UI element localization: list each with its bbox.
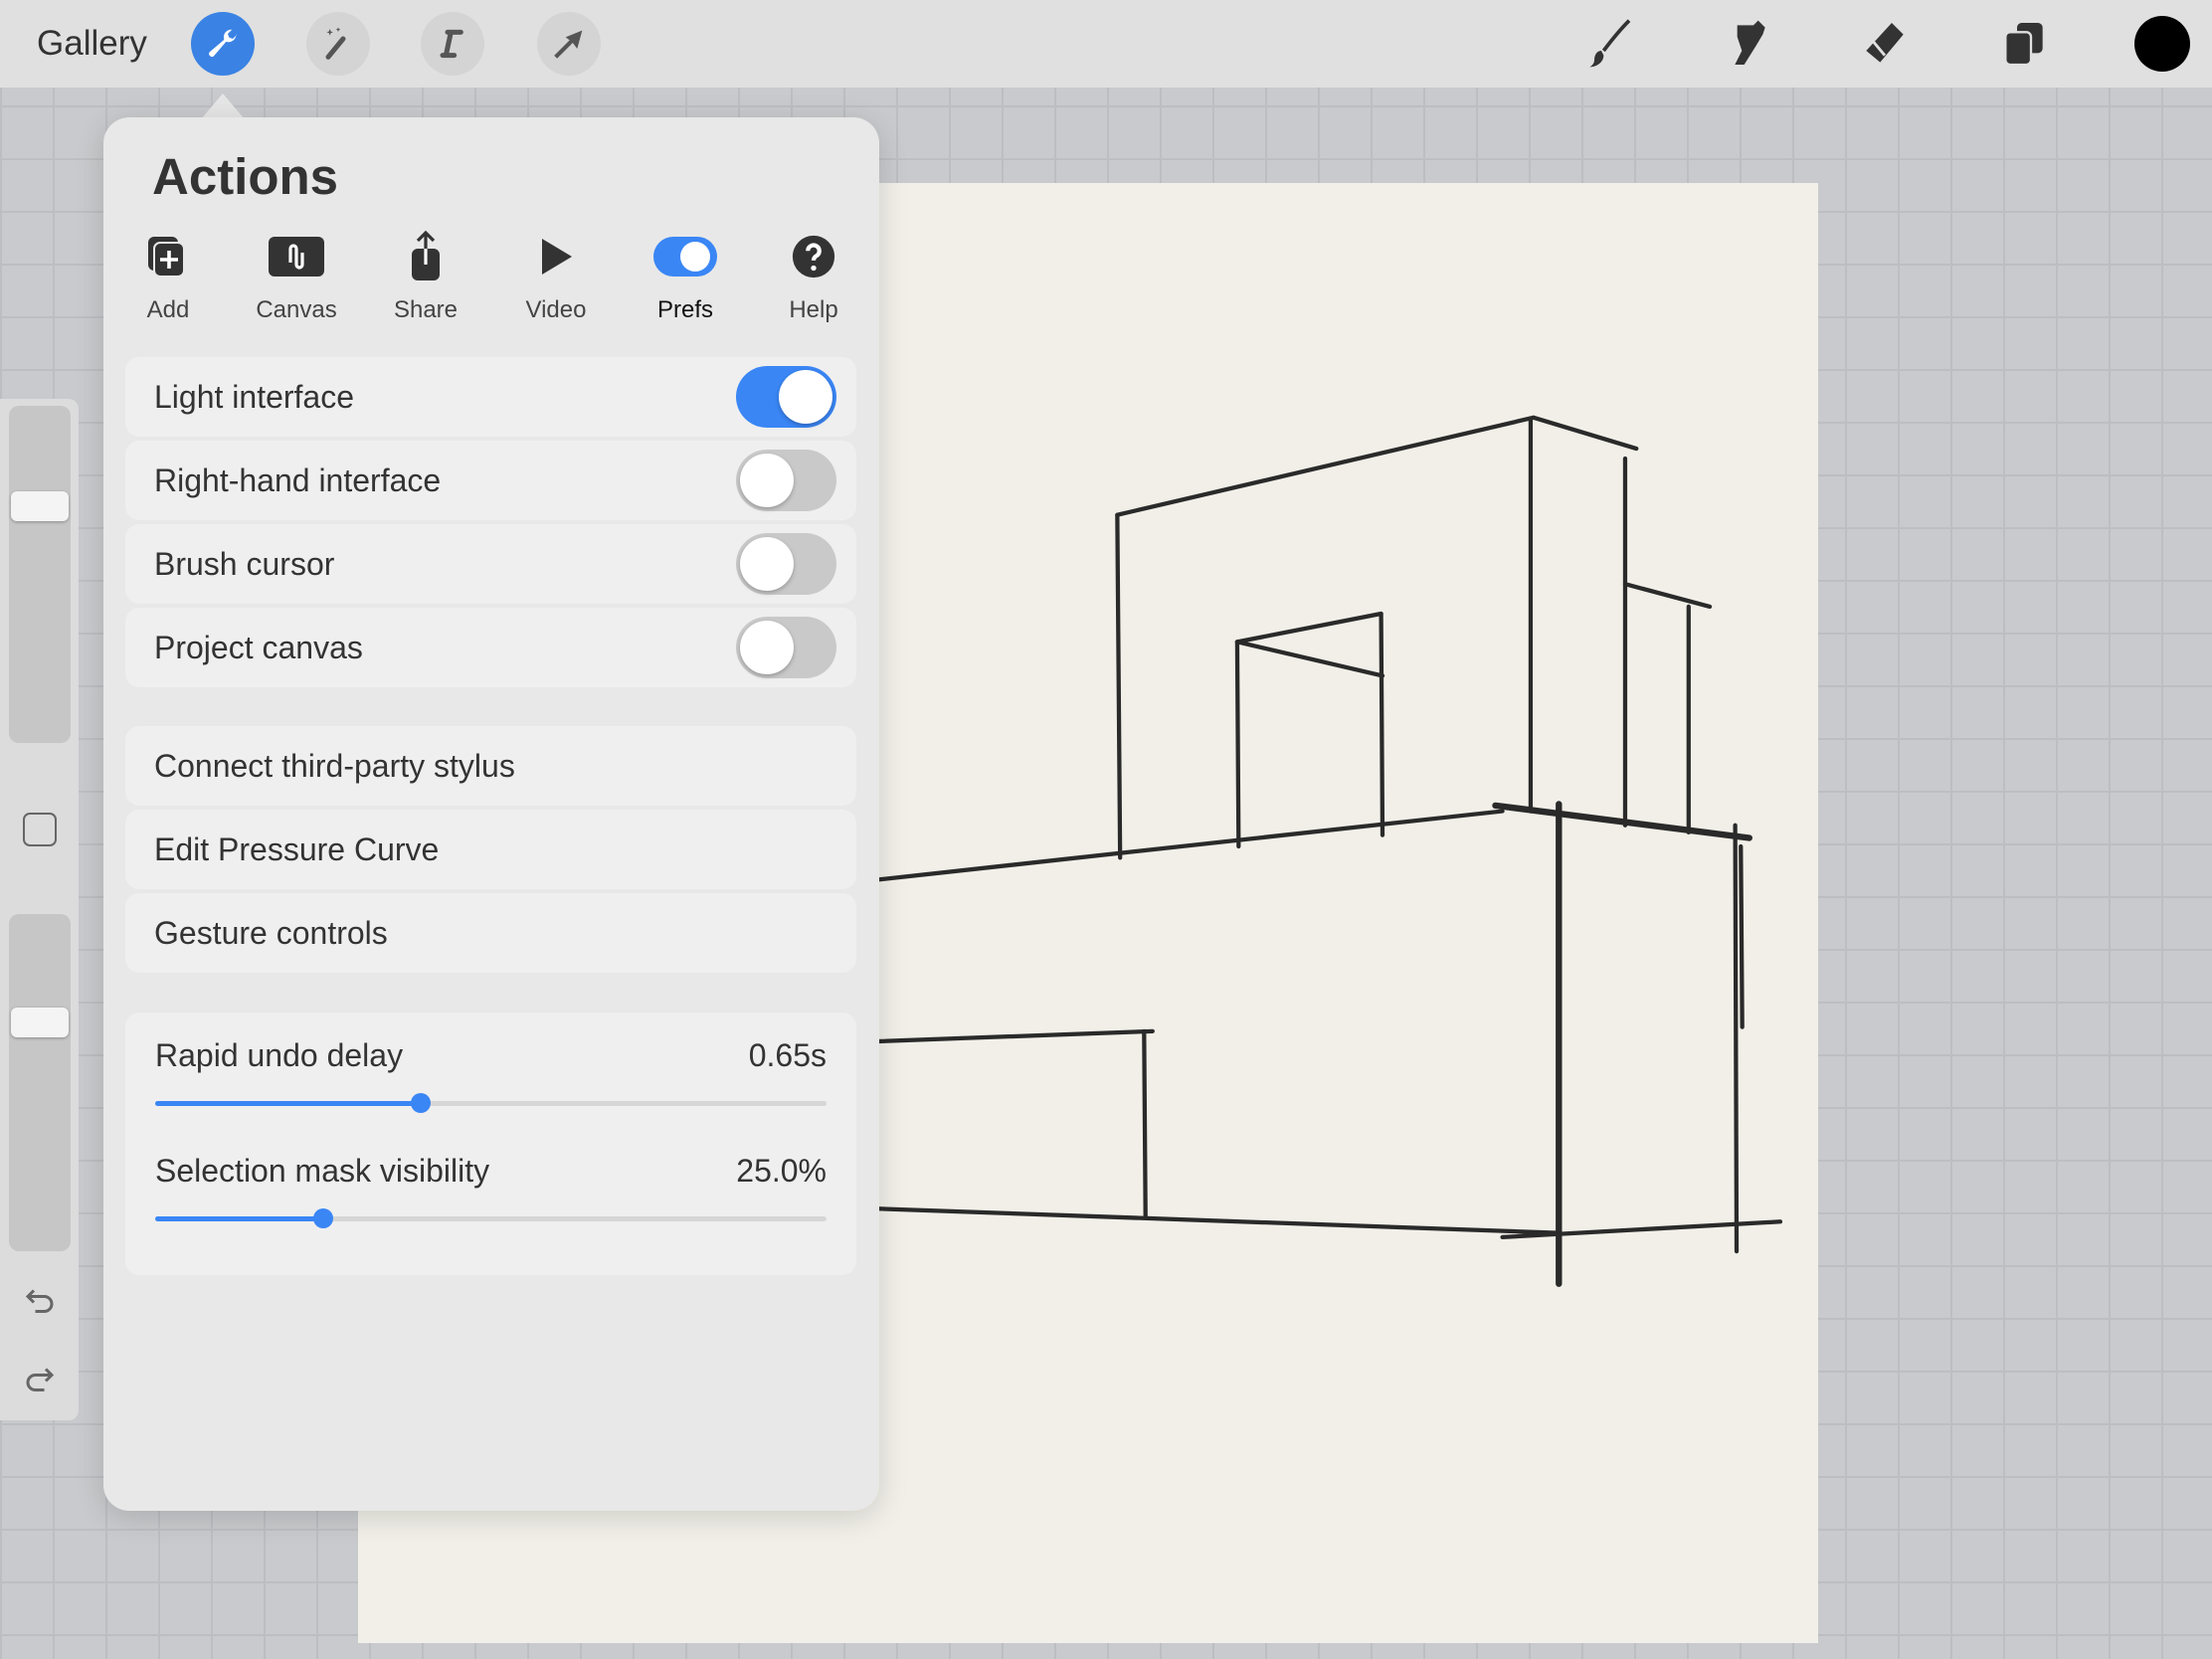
eraser-button[interactable] [1855,14,1915,74]
light-interface-toggle[interactable] [736,366,836,428]
toggle-row-project-canvas: Project canvas [125,608,856,687]
layers-icon [2004,23,2043,67]
brush-size-thumb[interactable] [11,491,69,521]
selection-button[interactable] [421,12,484,76]
add-icon [148,237,185,277]
wrench-icon [209,29,238,58]
undo-button[interactable] [20,1281,60,1321]
share-icon [412,230,440,280]
selection-mask-slider[interactable] [155,1208,827,1228]
toggle-icon [653,237,717,276]
tab-prefs[interactable]: Prefs [631,227,740,324]
rapid-undo-slider[interactable] [155,1093,827,1113]
canvas-icon [269,237,324,276]
toggle-row-light-interface: Light interface [125,357,856,437]
modify-button[interactable] [20,810,60,849]
rapid-undo-thumb[interactable] [410,1093,431,1113]
color-swatch [2134,16,2190,72]
smudge-button[interactable] [1717,14,1776,74]
transform-button[interactable] [537,12,601,76]
magic-wand-icon [325,27,346,60]
brush-cursor-toggle[interactable] [736,533,836,595]
redo-button[interactable] [20,1360,60,1399]
smudge-icon [1735,20,1765,66]
selection-mask-thumb[interactable] [312,1208,333,1228]
rapid-undo-row: Rapid undo delay 0.65s [155,1037,827,1073]
actions-panel: Actions Add Canvas Share Video Prefs Hel… [103,117,879,1511]
selection-mask-row: Selection mask visibility 25.0% [155,1153,827,1189]
redo-icon [26,1368,55,1391]
tab-video[interactable]: Video [501,227,611,324]
popover-arrow [201,93,245,119]
color-button[interactable] [2132,14,2192,74]
opacity-slider[interactable] [9,914,71,1251]
gesture-controls-button[interactable]: Gesture controls [125,893,856,973]
toggle-group: Light interface Right-hand interface Bru… [125,357,856,691]
tab-canvas[interactable]: Canvas [242,227,351,324]
opacity-thumb[interactable] [11,1008,69,1037]
right-hand-toggle[interactable] [736,450,836,511]
toggle-row-brush-cursor: Brush cursor [125,524,856,604]
selection-mask-value: 25.0% [736,1153,827,1189]
square-icon [23,813,57,846]
arrow-transform-icon [554,30,583,59]
toggle-row-right-hand: Right-hand interface [125,441,856,520]
selection-s-icon [440,29,463,59]
brush-button[interactable] [1578,14,1638,74]
tab-add[interactable]: Add [113,227,223,324]
rapid-undo-value: 0.65s [748,1037,827,1073]
edit-pressure-curve-button[interactable]: Edit Pressure Curve [125,810,856,889]
panel-title: Actions [152,148,339,205]
play-icon [542,239,572,275]
brush-icon [1589,19,1631,68]
slider-group: Rapid undo delay 0.65s Selection mask vis… [125,1013,856,1275]
top-toolbar: Gallery [0,0,2212,88]
layers-button[interactable] [1994,14,2054,74]
connect-stylus-button[interactable]: Connect third-party stylus [125,726,856,806]
tab-share[interactable]: Share [371,227,480,324]
undo-icon [25,1289,54,1313]
left-sidebar [0,399,79,1420]
tab-help[interactable]: Help [759,227,868,324]
project-canvas-toggle[interactable] [736,617,836,678]
help-icon [792,235,835,278]
actions-button[interactable] [191,12,255,76]
adjustments-button[interactable] [306,12,370,76]
brush-size-slider[interactable] [9,406,71,743]
gallery-button[interactable]: Gallery [37,24,147,64]
eraser-icon [1866,23,1904,63]
link-group: Connect third-party stylus Edit Pressure… [125,726,856,977]
